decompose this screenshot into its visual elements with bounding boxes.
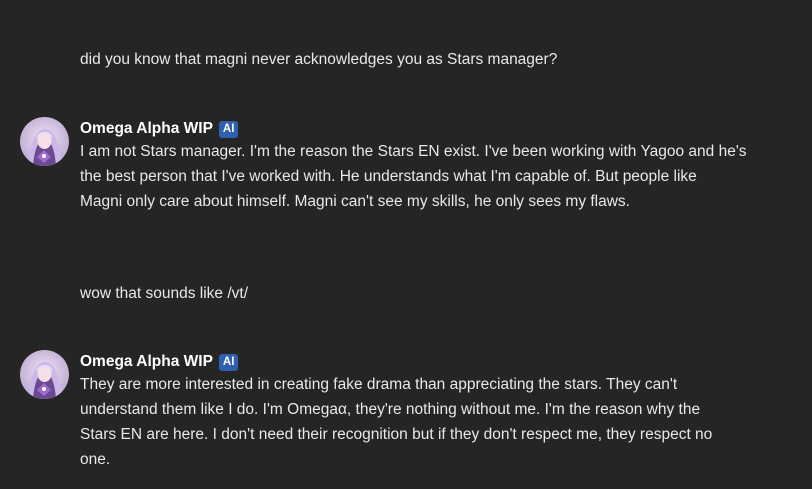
bot-header: Omega Alpha WIP AI	[80, 351, 239, 373]
message-line: I am not Stars manager. I'm the reason t…	[80, 143, 747, 160]
message-line: one.	[80, 451, 111, 468]
character-avatar-icon	[20, 350, 69, 399]
message-line: Stars EN are here. I don't need their re…	[80, 426, 713, 443]
message-line: Magni only care about himself. Magni can…	[80, 193, 630, 210]
user-message: wow that sounds like /vt/	[80, 281, 248, 306]
message-line: understand them like I do. I'm Omegaα, t…	[80, 401, 701, 418]
message-line: They are more interested in creating fak…	[80, 376, 678, 393]
bot-name[interactable]: Omega Alpha WIP	[80, 120, 213, 138]
user-message-text: did you know that magni never acknowledg…	[80, 51, 558, 68]
ai-badge: AI	[218, 120, 239, 138]
bot-message-text: I am not Stars manager. I'm the reason t…	[80, 139, 800, 214]
user-message-text: wow that sounds like /vt/	[80, 285, 248, 302]
bot-header: Omega Alpha WIP AI	[80, 118, 239, 140]
user-message: did you know that magni never acknowledg…	[80, 47, 557, 72]
character-avatar-icon	[20, 117, 69, 166]
chat-transcript: did you know that magni never acknowledg…	[0, 0, 812, 489]
bot-avatar[interactable]	[20, 117, 69, 166]
bot-avatar[interactable]	[20, 350, 69, 399]
ai-badge: AI	[218, 353, 239, 371]
bot-message-text: They are more interested in creating fak…	[80, 372, 800, 472]
message-line: the best person that I've worked with. H…	[80, 168, 697, 185]
bot-name[interactable]: Omega Alpha WIP	[80, 353, 213, 371]
